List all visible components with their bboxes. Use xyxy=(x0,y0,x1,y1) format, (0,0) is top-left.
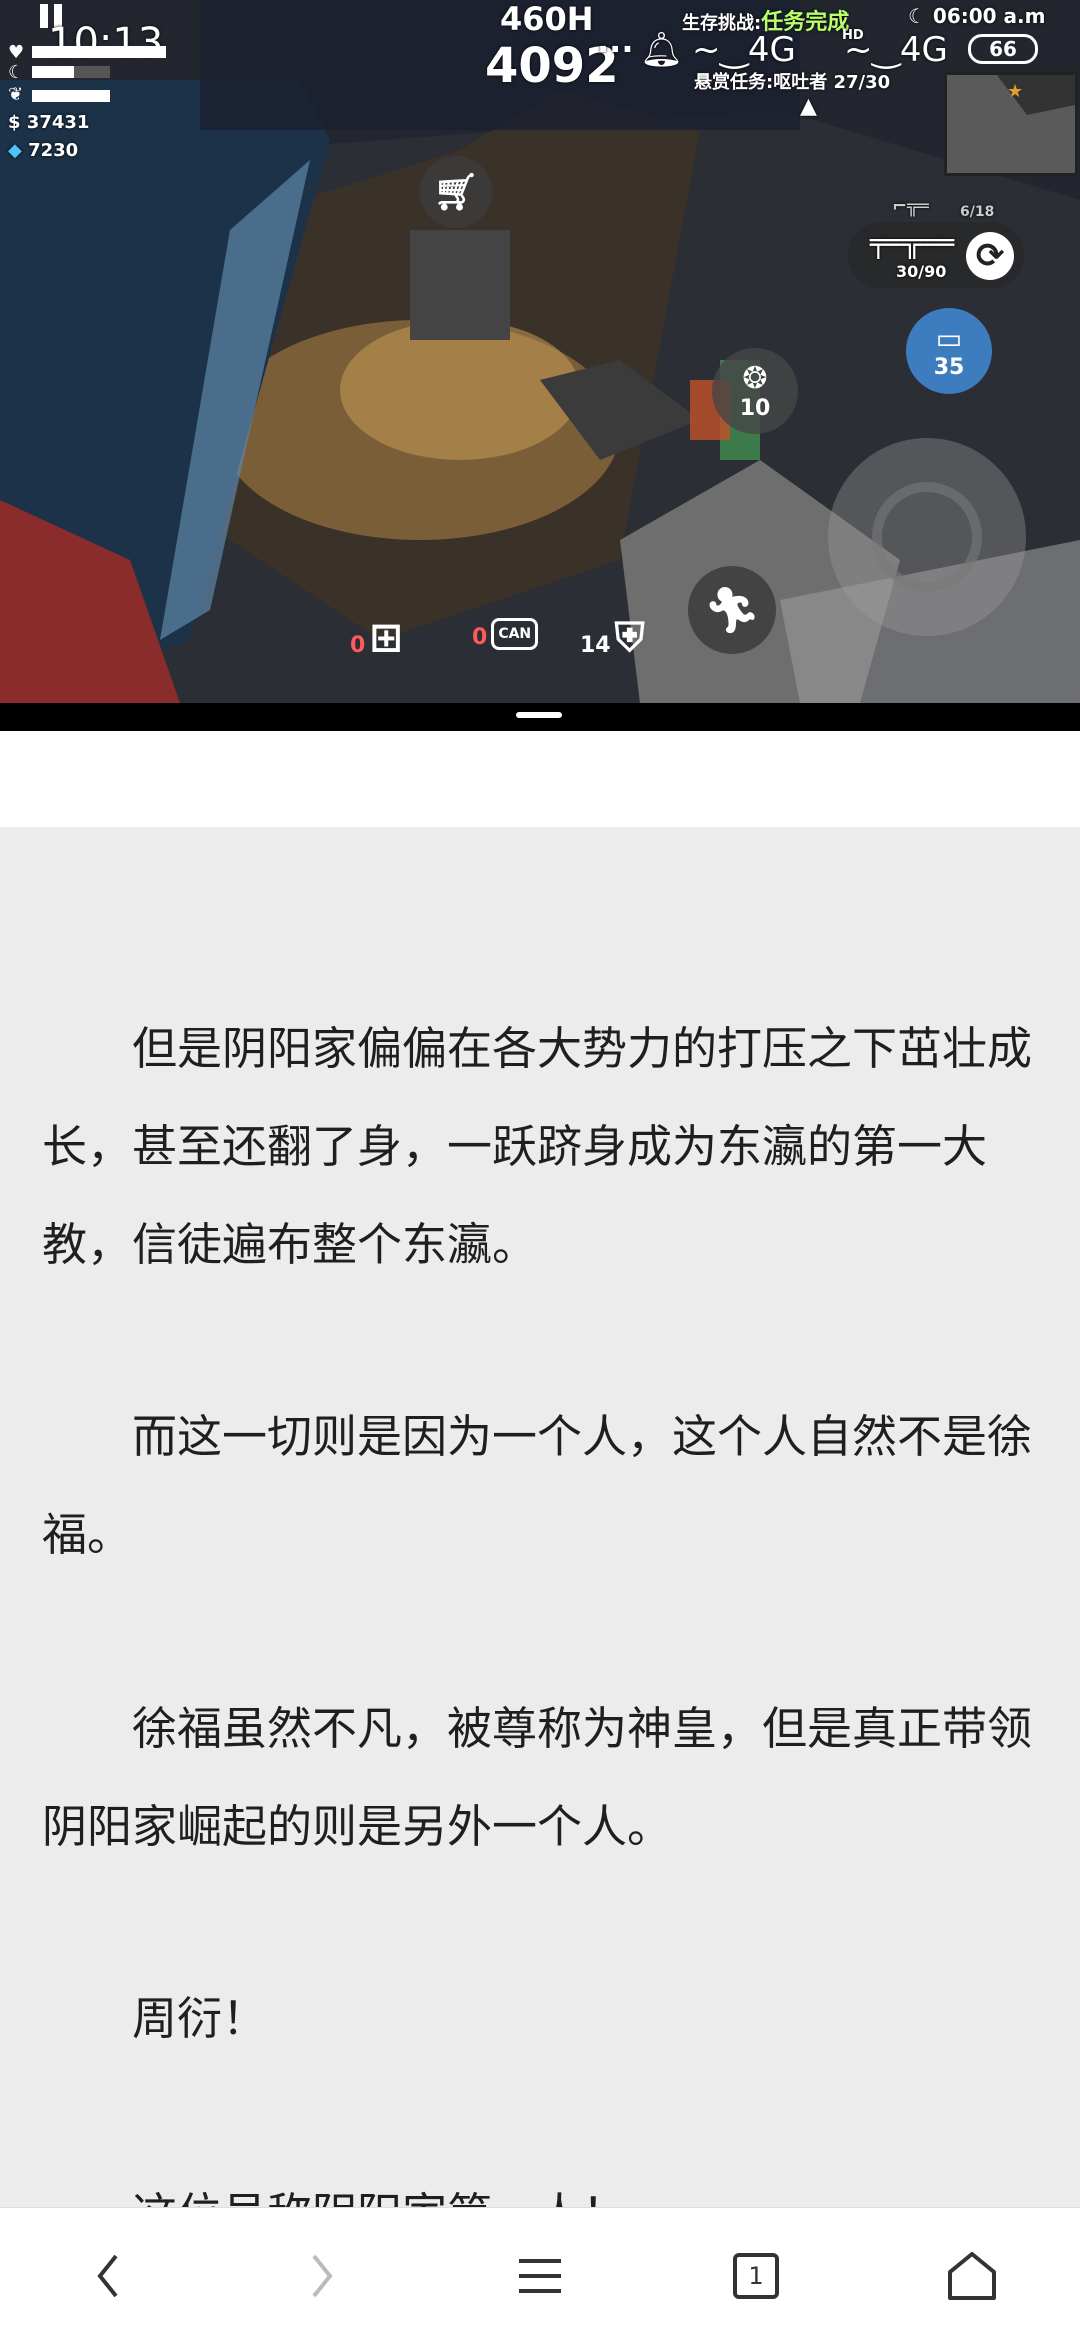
shop-cart-button[interactable]: 🛒︎ xyxy=(420,156,492,228)
back-button[interactable] xyxy=(70,2238,146,2314)
coins-counter: $ 37431 xyxy=(8,112,89,133)
flashlight-button[interactable]: ▭ 35 xyxy=(906,308,992,394)
battery-indicator: 66 xyxy=(968,34,1038,64)
bell-icon: 🔔︎ xyxy=(640,30,684,70)
pills-slot[interactable]: 14 ⛨ xyxy=(580,618,645,658)
hunger-bar xyxy=(32,66,74,78)
bounty-task: 悬赏任务:呕吐者 27/30 xyxy=(694,72,891,93)
can-count: 0 xyxy=(472,625,488,650)
tabs-button[interactable]: 1 xyxy=(718,2238,794,2314)
game-view[interactable]: 10:13 ♥ ☾ ❦ $ 37431 ◆ 7230 460H 4092 ···… xyxy=(0,0,1080,703)
magazine-count: 6/18 xyxy=(960,204,995,220)
medkit-count: 0 xyxy=(350,633,366,658)
flashlight-count: 35 xyxy=(933,355,965,380)
paragraph-1: 但是阴阳家偏偏在各大势力的打压之下茁壮成长，甚至还翻了身，一跃跻身成为东瀛的第一… xyxy=(42,1022,1033,1271)
pill-bottle-icon: ⛨ xyxy=(614,615,645,661)
health-bar xyxy=(32,46,166,58)
minimap[interactable]: ★ xyxy=(944,72,1078,176)
grenade-icon: ❂ xyxy=(742,361,768,396)
food-can-icon: CAN xyxy=(491,618,539,650)
heart-icon: ♥ xyxy=(8,42,25,63)
tab-count: 1 xyxy=(733,2253,779,2299)
thirst-bar xyxy=(32,90,110,102)
moon-clock-icon: ☾ xyxy=(908,4,933,28)
medkit-icon: ⊞ xyxy=(369,615,403,661)
rifle-icon: ╤═╦══ xyxy=(870,226,955,259)
food-can-slot[interactable]: 0 CAN xyxy=(472,618,539,650)
gem-icon: ◆ xyxy=(8,140,29,161)
gesture-handle[interactable] xyxy=(516,712,562,718)
network-4g-2: ~‿4G xyxy=(844,30,948,70)
home-icon xyxy=(948,2252,996,2300)
secondary-rifle-icon[interactable]: ⌐╦═ xyxy=(892,196,929,217)
direction-arrow-icon: ▲ xyxy=(800,94,817,119)
menu-icon xyxy=(519,2259,561,2293)
shopping-cart-icon: 🛒︎ xyxy=(433,172,479,213)
more-dots: ··· xyxy=(597,30,634,68)
paragraph-4: 周衍！ xyxy=(132,1992,268,2045)
fire-joystick[interactable] xyxy=(828,438,1026,636)
coin-icon: $ xyxy=(8,112,27,133)
pills-count: 14 xyxy=(580,633,611,658)
game-clock: ☾ 06:00 a.m xyxy=(908,4,1046,28)
joystick-knob[interactable] xyxy=(872,482,982,592)
coins-value: 37431 xyxy=(26,112,90,133)
ammo-count: 30/90 xyxy=(896,262,947,281)
grenade-button[interactable]: ❂ 10 xyxy=(712,348,798,434)
home-button[interactable] xyxy=(934,2238,1010,2314)
grenade-count: 10 xyxy=(739,396,771,421)
browser-nav-bar: 1 xyxy=(0,2207,1080,2341)
forward-button[interactable] xyxy=(284,2238,360,2314)
svg-text:★: ★ xyxy=(1007,81,1023,102)
reload-button[interactable]: ⟳ xyxy=(966,232,1014,280)
reload-icon: ⟳ xyxy=(975,236,1005,276)
paragraph-3: 徐福虽然不凡，被尊称为神皇，但是真正带领阴阳家崛起的则是另外一个人。 xyxy=(42,1702,1033,1853)
sprint-button[interactable]: 🏃︎ xyxy=(688,566,776,654)
medkit-slot[interactable]: 0 ⊞ xyxy=(350,618,403,658)
menu-button[interactable] xyxy=(502,2238,578,2314)
moon-icon: ☾ xyxy=(8,62,25,83)
gems-counter: ◆ 7230 xyxy=(8,140,78,161)
status-time: 10:13 xyxy=(48,20,164,66)
survival-hours: 460H xyxy=(500,0,594,38)
flashlight-icon: ▭ xyxy=(935,322,963,355)
run-icon: 🏃︎ xyxy=(704,585,760,636)
reader-top-gap xyxy=(0,731,1080,827)
forward-icon xyxy=(312,2254,333,2298)
reader-content[interactable]: 但是阴阳家偏偏在各大势力的打压之下茁壮成长，甚至还翻了身，一跃跻身成为东瀛的第一… xyxy=(0,827,1080,2241)
gems-value: 7230 xyxy=(28,140,79,161)
back-icon xyxy=(97,2254,118,2298)
drop-icon: ❦ xyxy=(8,84,24,105)
network-4g-1: ~‿4G xyxy=(692,30,796,70)
paragraph-2: 而这一切则是因为一个人，这个人自然不是徐福。 xyxy=(42,1410,1033,1561)
